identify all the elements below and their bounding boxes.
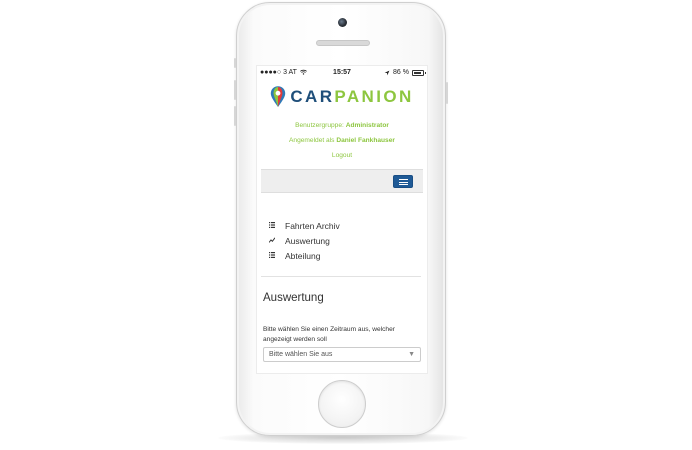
home-button[interactable]	[318, 380, 366, 428]
phone-volume-up	[234, 80, 236, 100]
menu-item-label: Abteilung	[285, 250, 321, 261]
divider	[261, 276, 421, 277]
logout-link[interactable]: Logout	[332, 152, 352, 159]
caret-down-icon: ▼	[408, 351, 415, 358]
logo-text: CARPANION	[290, 87, 413, 107]
map-pin-icon	[271, 86, 286, 107]
chart-line-icon	[268, 237, 285, 245]
menu-item-label: Fahrten Archiv	[285, 220, 340, 231]
logged-in-label: Angemeldet als	[289, 137, 335, 144]
list-icon	[269, 251, 285, 260]
navbar-toggle-button[interactable]	[393, 175, 413, 188]
menu-item-fahrten-archiv[interactable]: Fahrten Archiv	[269, 218, 340, 233]
side-menu: Fahrten Archiv Auswertung Abteilung	[268, 218, 340, 263]
logged-in-user: Daniel Fankhauser	[336, 137, 395, 144]
user-info: Benutzergruppe: Administrator Angemeldet…	[257, 118, 427, 163]
status-bar: ●●●●○ 3 AT 15:57 86 %	[257, 66, 427, 80]
hamburger-icon	[399, 179, 408, 181]
location-arrow-icon	[384, 70, 390, 75]
front-camera	[338, 18, 347, 27]
menu-item-label: Auswertung	[285, 235, 330, 246]
list-icon	[269, 221, 285, 230]
period-select-value: Bitte wählen Sie aus	[269, 351, 333, 358]
phone-screen: ●●●●○ 3 AT 15:57 86 % CARPANION Benutzer…	[256, 65, 428, 374]
earpiece-speaker	[316, 40, 370, 46]
partially-visible-content: · · · · · ·	[263, 371, 284, 374]
menu-item-auswertung[interactable]: Auswertung	[268, 233, 340, 248]
menu-item-abteilung[interactable]: Abteilung	[269, 248, 340, 263]
phone-silent-switch	[234, 58, 236, 68]
user-group-label: Benutzergruppe:	[295, 122, 344, 129]
logo-text-car: CAR	[290, 87, 335, 106]
battery-percentage: 86 %	[393, 69, 409, 76]
user-group-value: Administrator	[345, 122, 389, 129]
phone-volume-down	[234, 106, 236, 126]
period-select[interactable]: Bitte wählen Sie aus ▼	[263, 347, 421, 362]
battery-icon	[412, 69, 426, 76]
navbar	[261, 169, 423, 193]
page-title: Auswertung	[263, 292, 324, 304]
logo-text-panion: PANION	[334, 87, 414, 106]
help-text: Bitte wählen Sie einen Zeitraum aus, wel…	[263, 326, 395, 343]
phone-power-button	[446, 82, 448, 104]
carpanion-logo[interactable]: CARPANION	[257, 86, 427, 108]
